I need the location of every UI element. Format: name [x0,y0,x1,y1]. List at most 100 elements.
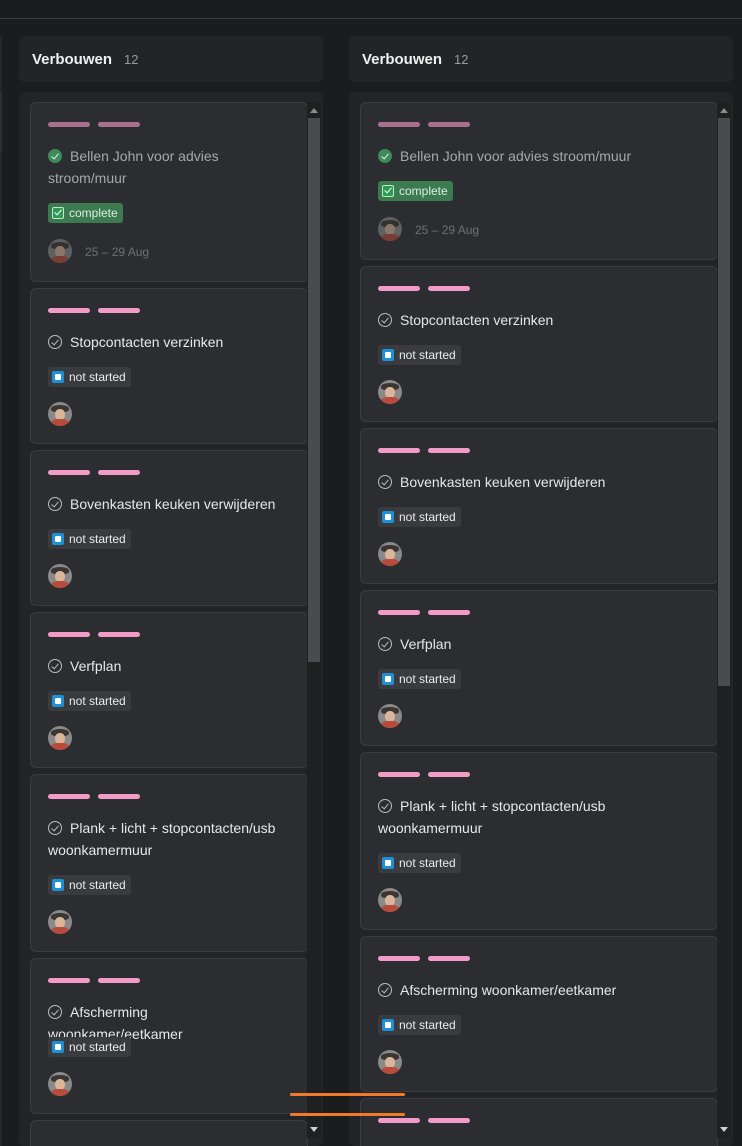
label-tag [98,632,140,637]
drop-indicator [290,1093,405,1096]
label-tag [48,978,90,983]
checkbox-checked-icon [52,207,64,219]
scroll-down-arrow-icon[interactable] [720,1127,728,1132]
avatar[interactable] [378,542,402,566]
card-labels [48,632,140,637]
card-title-text: Stopcontacten verzinken [400,312,554,328]
avatar[interactable] [378,380,402,404]
card-title: Stopcontacten verzinken [378,309,698,331]
check-circle-icon[interactable] [378,983,392,997]
avatar[interactable] [48,239,72,263]
check-circle-icon[interactable] [48,1005,62,1019]
card-labels [48,308,140,313]
avatar[interactable] [48,402,72,426]
check-circle-icon[interactable] [48,821,62,835]
column-header[interactable]: Verbouwen 12 [19,36,323,82]
status-badge[interactable]: not started [48,529,131,549]
scrollbar-thumb[interactable] [308,118,320,662]
card-title-text: Verfplan [400,636,452,652]
status-badge[interactable]: not started [378,507,461,527]
label-tag [48,794,90,799]
avatar[interactable] [378,704,402,728]
task-card[interactable] [30,1120,308,1146]
label-tag [378,956,420,961]
status-badge[interactable]: not started [378,345,461,365]
status-badge[interactable]: not started [378,669,461,689]
task-card[interactable]: Plank + licht + stopcontacten/usb woonka… [30,774,308,952]
column-title: Verbouwen [32,50,113,68]
task-card[interactable]: Bellen John voor advies stroom/muur comp… [30,102,308,282]
avatar[interactable] [378,888,402,912]
status-text: not started [399,856,456,870]
status-text: complete [69,206,118,220]
task-card[interactable]: Bellen John voor advies stroom/muur comp… [360,102,718,260]
task-card[interactable]: Stopcontacten verzinken not started [30,288,308,444]
check-circle-icon[interactable] [48,497,62,511]
task-card[interactable]: Afscherming woonkamer/eetkamer not start… [30,958,308,1114]
column-count: 12 [454,51,469,67]
drop-indicator [290,1113,405,1116]
status-badge[interactable]: not started [378,1015,461,1035]
status-text: not started [399,348,456,362]
card-date: 25 – 29 Aug [415,223,480,237]
card-title-text: Stopcontacten verzinken [70,334,224,350]
status-badge[interactable]: complete [48,203,123,223]
label-tag [428,772,470,777]
check-circle-icon[interactable] [378,475,392,489]
task-card[interactable]: Plank + licht + stopcontacten/usb woonka… [360,752,718,930]
avatar[interactable] [48,1072,72,1096]
label-tag [48,632,90,637]
card-date: 25 – 29 Aug [85,245,150,259]
scrollbar[interactable] [307,102,321,1138]
avatar[interactable] [378,217,402,241]
card-title: Bovenkasten keuken verwijderen [378,471,698,493]
check-circle-icon[interactable] [378,799,392,813]
card-title-text: Bovenkasten keuken verwijderen [400,474,606,490]
avatar[interactable] [48,564,72,588]
check-circle-icon[interactable] [48,659,62,673]
task-card[interactable]: Stopcontacten verzinken not started [360,266,718,422]
check-circle-icon[interactable] [378,313,392,327]
stop-square-icon [382,1019,394,1031]
scrollbar-thumb[interactable] [718,118,730,686]
label-tag [378,772,420,777]
checkbox-checked-icon [382,185,394,197]
status-badge[interactable]: not started [48,1037,131,1057]
task-card[interactable]: Verfplan not started [30,612,308,768]
avatar[interactable] [48,910,72,934]
status-text: not started [69,878,126,892]
label-tag [378,448,420,453]
stop-square-icon [52,695,64,707]
scroll-up-arrow-icon[interactable] [720,108,728,113]
check-circle-icon[interactable] [48,149,62,163]
task-card[interactable]: Bovenkasten keuken verwijderen not start… [30,450,308,606]
card-labels [378,610,470,615]
card-title: Verfplan [378,633,698,655]
status-badge[interactable]: not started [48,875,131,895]
scrollbar[interactable] [717,102,731,1138]
column-header[interactable]: Verbouwen 12 [349,36,733,82]
task-card[interactable]: Afscherming woonkamer/eetkamer not start… [360,936,718,1092]
scroll-up-arrow-icon[interactable] [310,108,318,113]
card-labels [48,470,140,475]
label-tag [98,794,140,799]
status-badge[interactable]: complete [378,181,453,201]
status-badge[interactable]: not started [48,367,131,387]
scroll-down-arrow-icon[interactable] [310,1127,318,1132]
task-card[interactable]: Bovenkasten keuken verwijderen not start… [360,428,718,584]
card-title: Stopcontacten verzinken [48,331,278,353]
status-badge[interactable]: not started [378,853,461,873]
check-circle-icon[interactable] [378,637,392,651]
stop-square-icon [382,857,394,869]
task-card[interactable] [360,1098,718,1146]
status-text: complete [399,184,448,198]
avatar[interactable] [48,726,72,750]
label-tag [428,448,470,453]
check-circle-icon[interactable] [48,335,62,349]
status-badge[interactable]: not started [48,691,131,711]
avatar[interactable] [378,1050,402,1074]
task-card[interactable]: Verfplan not started [360,590,718,746]
card-title-text: Bovenkasten keuken verwijderen [70,496,276,512]
check-circle-icon[interactable] [378,149,392,163]
label-tag [98,978,140,983]
